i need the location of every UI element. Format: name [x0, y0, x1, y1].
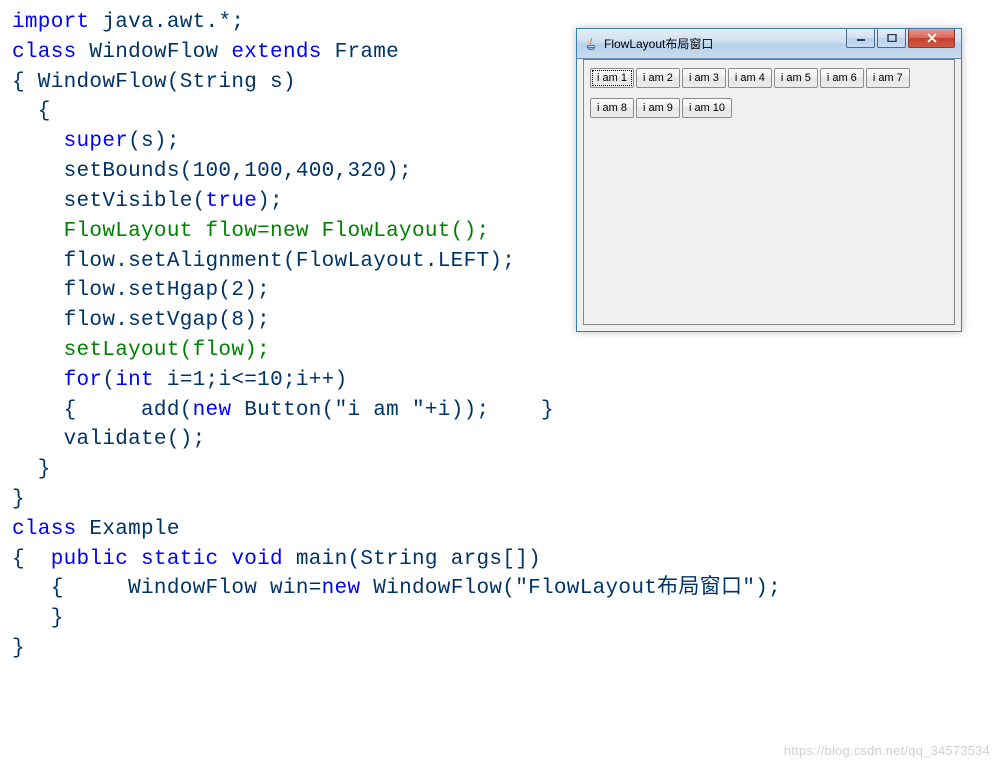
code-text: [12, 130, 64, 153]
awt-button[interactable]: i am 8: [590, 98, 634, 118]
maximize-button[interactable]: [877, 29, 906, 48]
awt-button[interactable]: i am 4: [728, 68, 772, 88]
kw-class: class: [12, 518, 77, 541]
kw-extends: extends: [231, 41, 321, 64]
kw-for: for: [64, 369, 103, 392]
kw-import: import: [12, 11, 89, 34]
code-text: Example: [77, 518, 180, 541]
button-flow: i am 1 i am 2 i am 3 i am 4 i am 5 i am …: [590, 68, 948, 126]
code-text: i=1;i<=10;i++): [154, 369, 348, 392]
client-area: i am 1 i am 2 i am 3 i am 4 i am 5 i am …: [583, 59, 955, 325]
code-text: Frame: [322, 41, 399, 64]
code-text: flow.setAlignment(FlowLayout.LEFT);: [12, 250, 515, 273]
code-text: {: [12, 100, 51, 123]
code-text: { WindowFlow win=: [12, 577, 322, 600]
awt-button[interactable]: i am 5: [774, 68, 818, 88]
code-text: Button("i am "+i)); }: [231, 399, 554, 422]
awt-button[interactable]: i am 9: [636, 98, 680, 118]
window-controls: [846, 29, 961, 49]
awt-button[interactable]: i am 3: [682, 68, 726, 88]
code-text: }: [12, 637, 25, 660]
code-text: [12, 369, 64, 392]
awt-button[interactable]: i am 1: [590, 68, 634, 88]
code-text: { WindowFlow(String s): [12, 71, 296, 94]
code-text: { add(: [12, 399, 193, 422]
code-text: }: [12, 607, 64, 630]
code-text: setVisible(: [12, 190, 206, 213]
code-text: }: [12, 458, 51, 481]
awt-button[interactable]: i am 10: [682, 98, 732, 118]
kw-psv: public static void: [51, 548, 283, 571]
code-text: {: [12, 548, 51, 571]
code-text: setBounds(100,100,400,320);: [12, 160, 412, 183]
awt-button[interactable]: i am 7: [866, 68, 910, 88]
watermark: https://blog.csdn.net/qq_34573534: [784, 743, 990, 758]
kw-super: super: [64, 130, 129, 153]
code-text: flow.setHgap(2);: [12, 279, 270, 302]
java-window: FlowLayout布局窗口 i am 1 i am 2 i am 3 i am…: [576, 28, 962, 332]
code-text: (s);: [128, 130, 180, 153]
code-text: WindowFlow: [77, 41, 232, 64]
code-text: main(String args[]): [283, 548, 541, 571]
code-text: flow.setVgap(8);: [12, 309, 270, 332]
kw-new: new: [322, 577, 361, 600]
code-text: }: [12, 488, 25, 511]
kw-new: new: [193, 399, 232, 422]
kw-class: class: [12, 41, 77, 64]
code-green: FlowLayout flow=new FlowLayout();: [12, 220, 489, 243]
window-title: FlowLayout布局窗口: [604, 35, 713, 52]
code-text: validate();: [12, 428, 206, 451]
minimize-button[interactable]: [846, 29, 875, 48]
titlebar[interactable]: FlowLayout布局窗口: [577, 29, 961, 59]
code-text: );: [257, 190, 283, 213]
java-icon: [583, 36, 599, 52]
code-text: WindowFlow("FlowLayout布局窗口");: [360, 577, 781, 600]
kw-int: int: [115, 369, 154, 392]
awt-button[interactable]: i am 6: [820, 68, 864, 88]
close-button[interactable]: [908, 29, 955, 48]
code-text: java.awt.*;: [89, 11, 244, 34]
kw-true: true: [206, 190, 258, 213]
code-green: setLayout(flow);: [12, 339, 270, 362]
code-text: (: [102, 369, 115, 392]
awt-button[interactable]: i am 2: [636, 68, 680, 88]
